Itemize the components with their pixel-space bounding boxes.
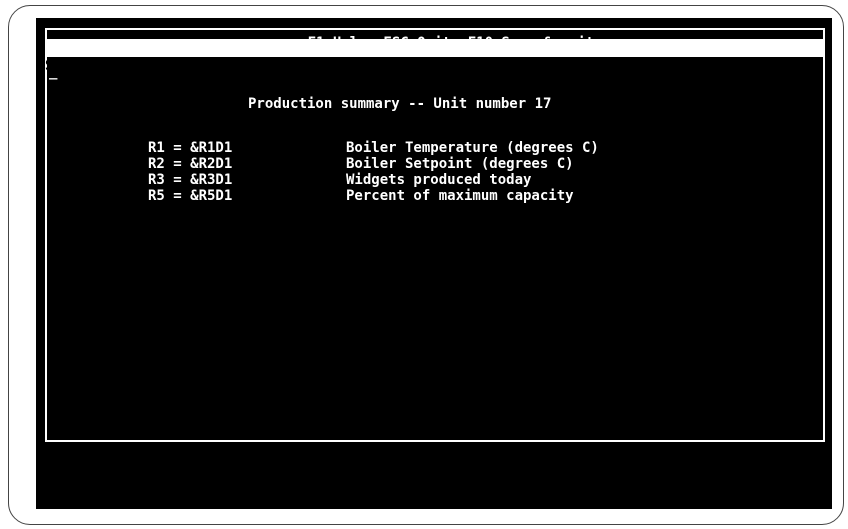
register-desc-r3: Widgets produced today: [346, 172, 532, 188]
register-desc-r1: Boiler Temperature (degrees C): [346, 140, 599, 156]
register-ref-r1: R1 = &R1D1: [148, 140, 233, 156]
text-cursor: _: [49, 64, 58, 80]
status-line: Line 1: [145, 76, 196, 92]
register-ref-r5: R5 = &R5D1: [148, 188, 233, 204]
screen-heading: Production summary -- Unit number 17: [248, 96, 552, 112]
register-desc-r2: Boiler Setpoint (degrees C): [346, 156, 574, 172]
status-bar: Size 290 Line 1 Col 1 0.scn Insert: [45, 39, 825, 146]
register-desc-r5: Percent of maximum capacity: [346, 188, 574, 204]
register-ref-r2: R2 = &R2D1: [148, 156, 233, 172]
status-filename: 0.scn: [340, 112, 383, 128]
terminal-screen[interactable]: F1=Help, ESC=Quit, F10=Save & exit Size …: [36, 18, 832, 509]
register-ref-r3: R3 = &R3D1: [148, 172, 233, 188]
